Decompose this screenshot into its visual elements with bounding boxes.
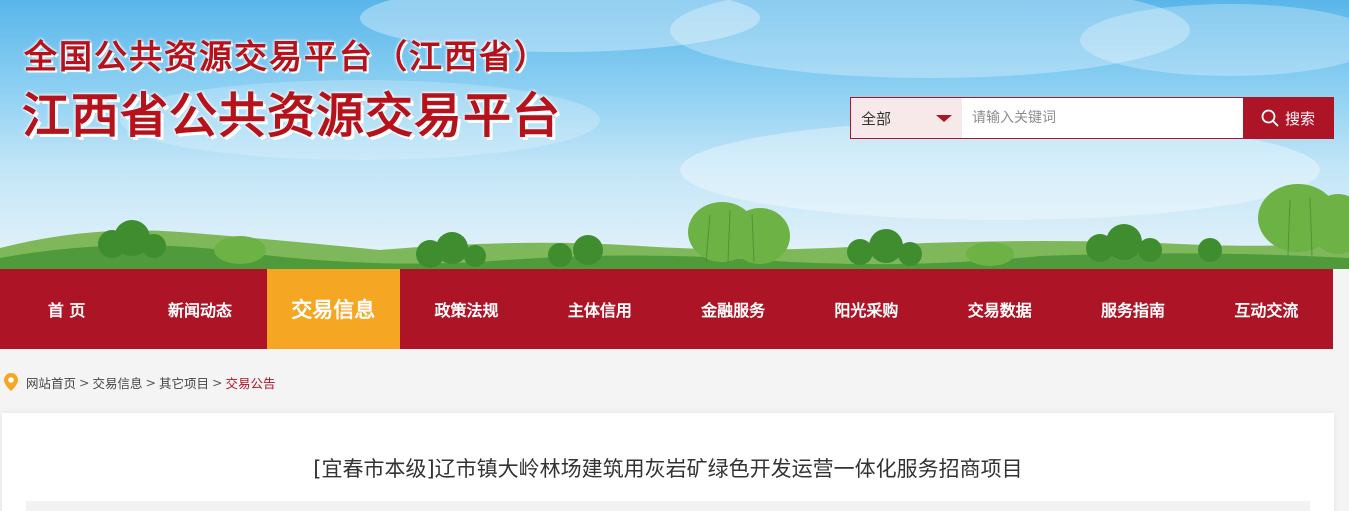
breadcrumb-current: 交易公告 <box>225 375 276 391</box>
article-card: [宜春市本级]辽市镇大岭林场建筑用灰岩矿绿色开发运营一体化服务招商项目 <box>2 413 1334 511</box>
search-scope-value: 全部 <box>861 109 892 128</box>
nav-item-home[interactable]: 首 页 <box>0 269 133 349</box>
nav-item-interaction[interactable]: 互动交流 <box>1200 269 1333 349</box>
breadcrumb-trade-info[interactable]: 交易信息 <box>93 373 143 392</box>
article-meta-bar <box>26 501 1310 511</box>
main-nav: 首 页 新闻动态 交易信息 政策法规 主体信用 金融服务 阳光采购 交易数据 服… <box>0 269 1333 349</box>
search-input[interactable] <box>962 98 1243 138</box>
search-button[interactable]: 搜索 <box>1243 98 1333 138</box>
caret-down-icon <box>936 115 952 122</box>
breadcrumb: 网站首页 > 交易信息 > 其它项目 > 交易公告 <box>4 370 276 394</box>
breadcrumb-separator: > <box>212 374 223 390</box>
breadcrumb-separator: > <box>79 374 90 390</box>
breadcrumb-other-projects[interactable]: 其它项目 <box>159 373 209 392</box>
search-bar: 全部 搜索 <box>850 97 1334 139</box>
nav-item-news[interactable]: 新闻动态 <box>133 269 266 349</box>
breadcrumb-home[interactable]: 网站首页 <box>26 373 76 392</box>
nav-item-policy[interactable]: 政策法规 <box>400 269 533 349</box>
search-icon <box>1261 109 1279 127</box>
nav-item-trade-data[interactable]: 交易数据 <box>933 269 1066 349</box>
nav-item-trade-info[interactable]: 交易信息 <box>266 269 400 349</box>
site-title-national: 全国公共资源交易平台（江西省） <box>24 37 549 76</box>
nav-item-credit[interactable]: 主体信用 <box>533 269 666 349</box>
search-button-label: 搜索 <box>1284 109 1315 128</box>
search-scope-select[interactable]: 全部 <box>851 98 962 138</box>
header-banner: 全国公共资源交易平台（江西省） 江西省公共资源交易平台 全部 搜索 <box>0 0 1349 269</box>
site-title-provincial: 江西省公共资源交易平台 <box>22 88 562 144</box>
breadcrumb-separator: > <box>145 374 156 390</box>
nav-item-finance[interactable]: 金融服务 <box>666 269 799 349</box>
article-title: [宜春市本级]辽市镇大岭林场建筑用灰岩矿绿色开发运营一体化服务招商项目 <box>313 457 1023 481</box>
location-pin-icon <box>4 373 18 391</box>
nav-item-procurement[interactable]: 阳光采购 <box>800 269 933 349</box>
nav-item-service-guide[interactable]: 服务指南 <box>1066 269 1199 349</box>
